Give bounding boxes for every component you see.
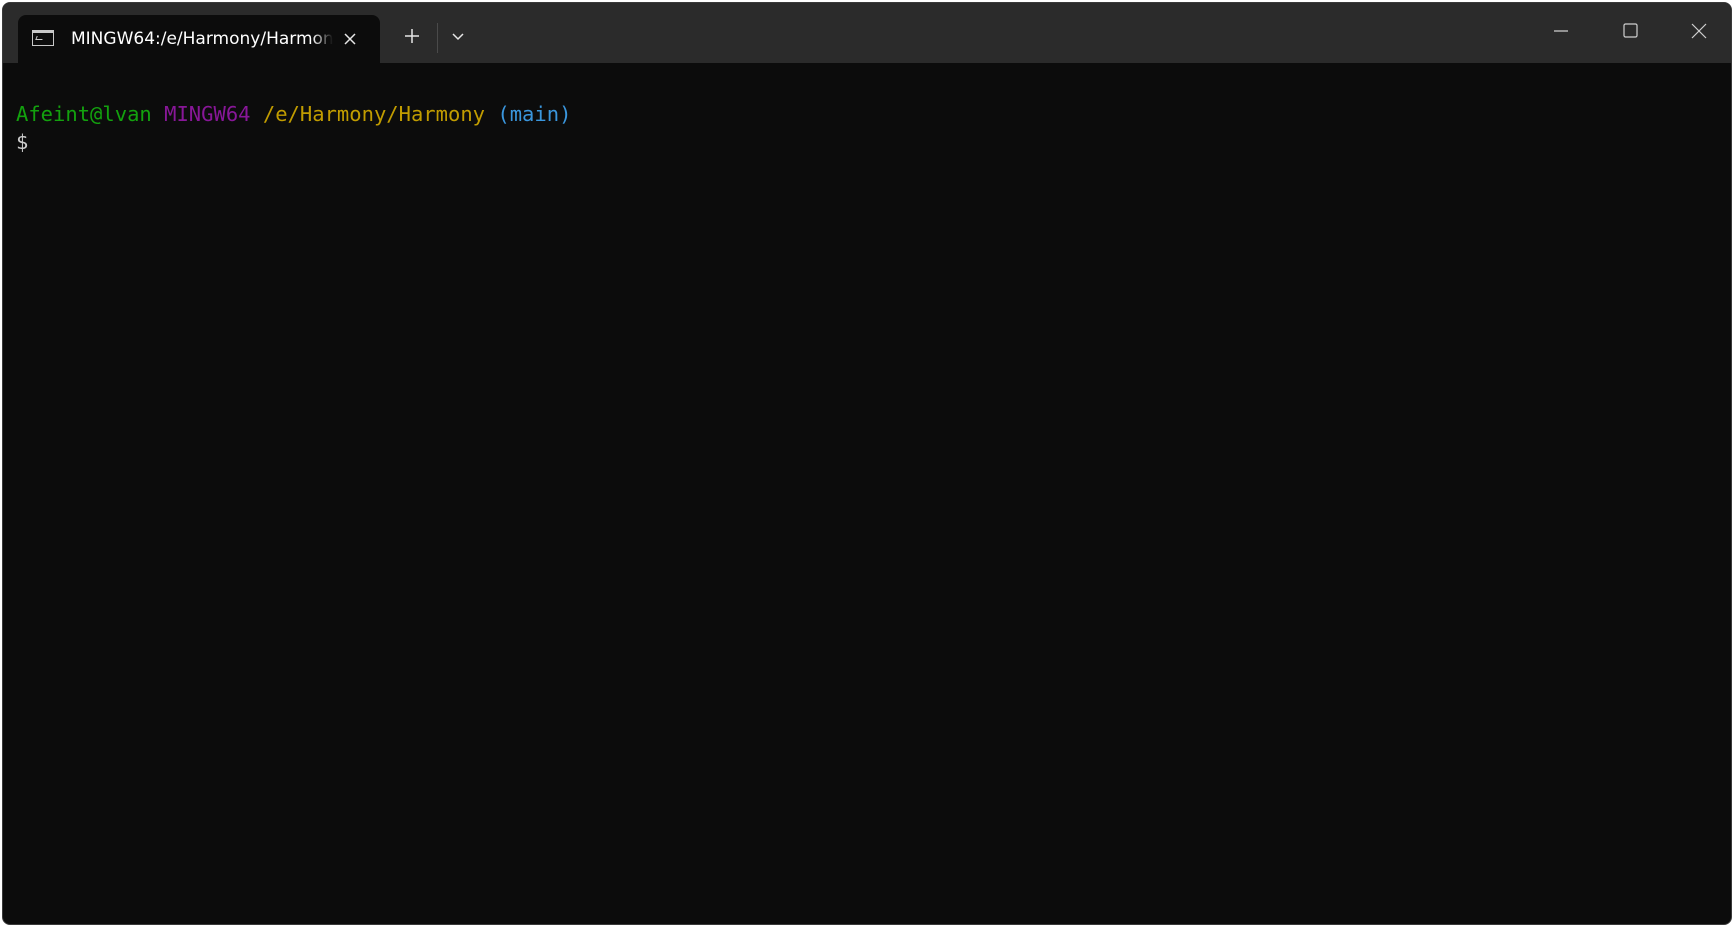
prompt-branch: (main) <box>497 102 572 126</box>
title-bar: MINGW64:/e/Harmony/Harmony <box>3 3 1731 63</box>
terminal-icon <box>32 30 54 46</box>
terminal-window: MINGW64:/e/Harmony/Harmony Afeint@lvan M… <box>2 2 1732 925</box>
close-icon <box>1691 23 1707 39</box>
tab-divider <box>437 23 438 53</box>
plus-icon <box>405 29 419 43</box>
close-window-button[interactable] <box>1676 13 1722 49</box>
new-tab-button[interactable] <box>397 21 427 51</box>
maximize-icon <box>1623 23 1638 38</box>
prompt-symbol: $ <box>16 130 29 154</box>
chevron-down-icon <box>452 33 464 41</box>
minimize-button[interactable] <box>1538 13 1584 49</box>
close-tab-icon[interactable] <box>338 27 362 51</box>
tab-title: MINGW64:/e/Harmony/Harmony <box>71 29 333 49</box>
terminal-output[interactable]: Afeint@lvan MINGW64 /e/Harmony/Harmony (… <box>3 63 1731 924</box>
maximize-button[interactable] <box>1607 13 1653 49</box>
minimize-icon <box>1554 30 1568 32</box>
profile-dropdown-button[interactable] <box>443 21 473 51</box>
prompt-path: /e/Harmony/Harmony <box>262 102 486 126</box>
tab-mingw64[interactable]: MINGW64:/e/Harmony/Harmony <box>18 15 380 63</box>
prompt-user-host: Afeint@lvan <box>16 102 152 126</box>
prompt-system: MINGW64 <box>164 102 251 126</box>
